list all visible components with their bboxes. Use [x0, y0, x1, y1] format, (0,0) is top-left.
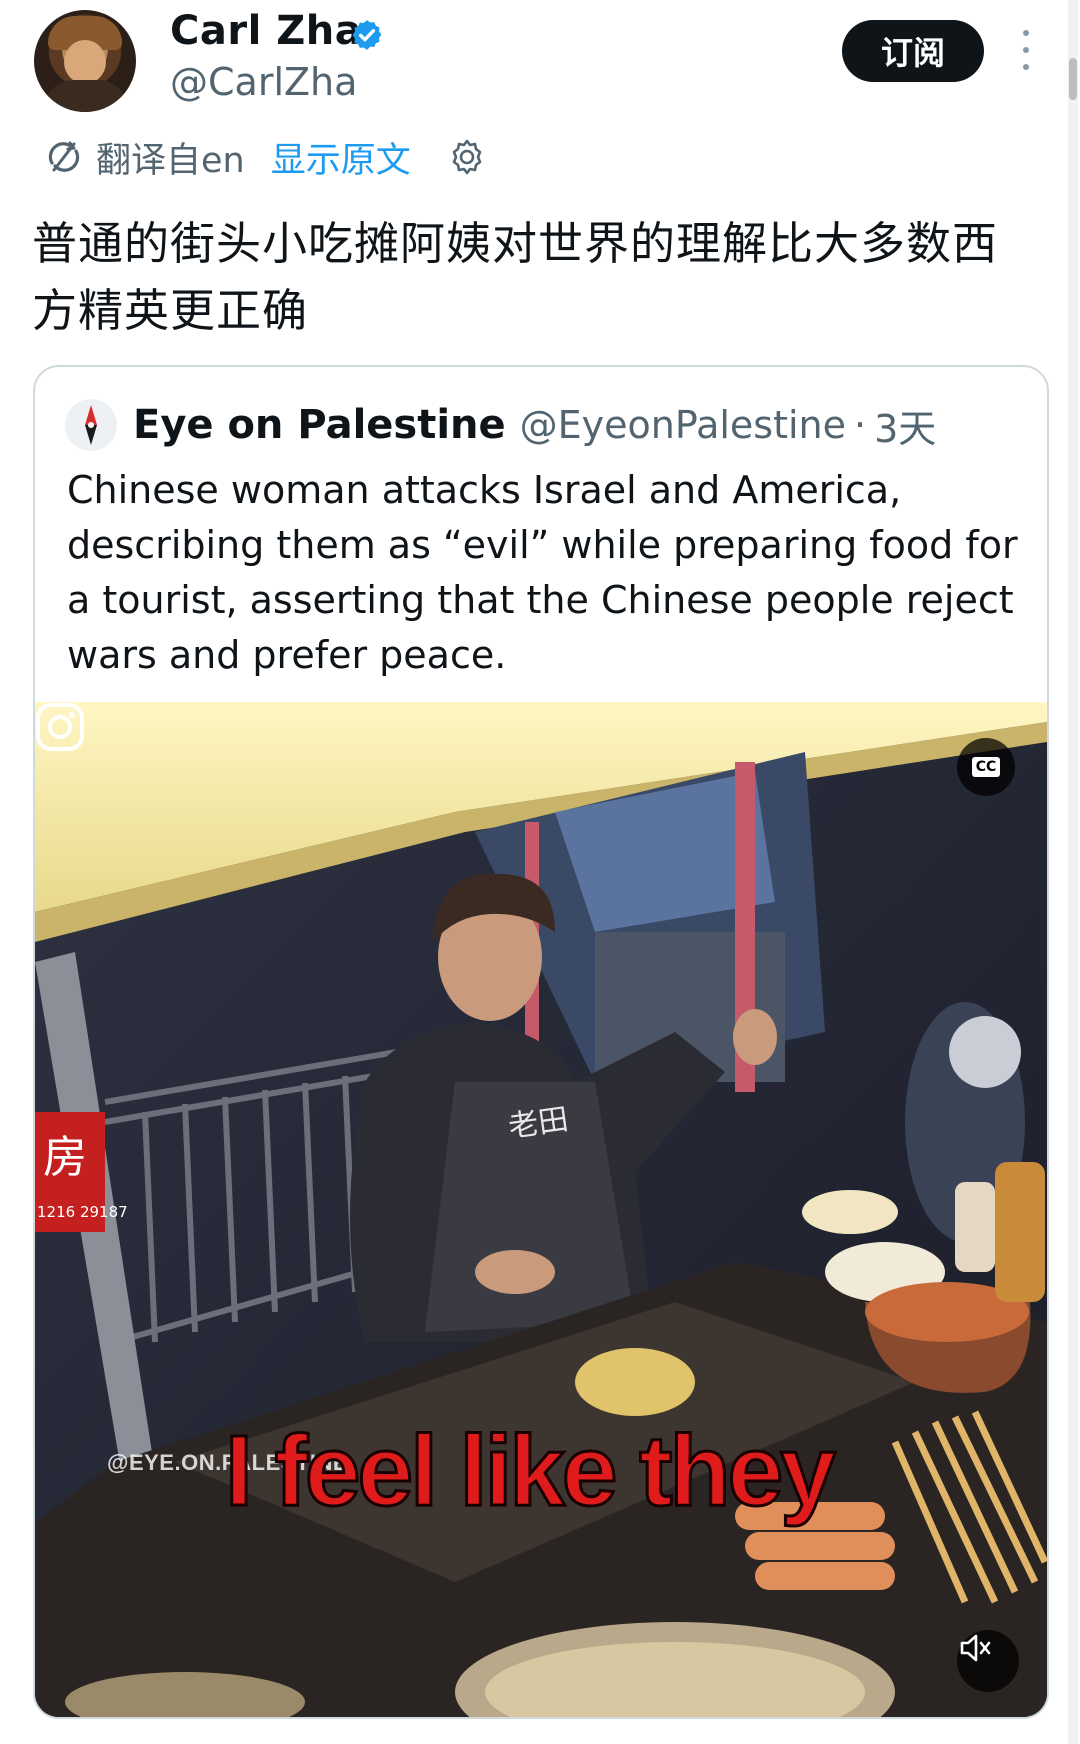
quote-author-name[interactable]: Eye on Palestine — [133, 402, 506, 448]
tweet-text: 普通的街头小吃摊阿姨对世界的理解比大多数西方精英更正确 — [32, 217, 999, 337]
page-scrollbar[interactable] — [1068, 0, 1078, 1744]
sign-glyph: 房 — [43, 1132, 87, 1183]
avatar-face — [64, 40, 106, 84]
video-frame: 房 1216 29187 老田 — [35, 702, 1047, 1717]
gear-icon[interactable] — [447, 137, 487, 177]
quoted-tweet-card[interactable]: Eye on Palestine @EyeonPalestine · 3天 Ch… — [33, 365, 1049, 1719]
subscribe-button[interactable]: 订阅 — [842, 20, 984, 82]
scrollbar-thumb[interactable] — [1069, 58, 1077, 100]
cc-label: CC — [971, 757, 1001, 777]
more-vertical-icon[interactable] — [1018, 30, 1034, 70]
closed-captions-button[interactable]: CC — [957, 738, 1015, 796]
author-display-name[interactable]: Carl Zha — [170, 8, 362, 54]
sign-number: 1216 29187 — [37, 1203, 128, 1221]
author-avatar[interactable] — [34, 10, 136, 112]
avatar-robe — [44, 80, 128, 112]
quote-separator: · — [854, 403, 867, 447]
compass-logo-icon — [66, 400, 116, 450]
video-caption: I feel like they — [224, 1414, 838, 1529]
quote-text: Chinese woman attacks Israel and America… — [67, 468, 1018, 677]
quote-timestamp[interactable]: 3天 — [874, 398, 936, 453]
mute-glyph — [960, 1634, 991, 1662]
quote-author-handle[interactable]: @EyeonPalestine — [520, 403, 846, 447]
translation-bar: 翻译自en 显示原文 — [44, 132, 487, 182]
instagram-icon — [36, 703, 84, 751]
translated-from-label: 翻译自en — [96, 140, 245, 181]
show-original-link[interactable]: 显示原文 — [271, 132, 411, 183]
quote-header: Eye on Palestine @EyeonPalestine · 3天 — [65, 397, 936, 453]
translate-icon — [48, 141, 80, 172]
author-handle[interactable]: @CarlZha — [170, 60, 357, 104]
verified-badge-icon — [352, 20, 382, 50]
quote-author-avatar[interactable] — [65, 399, 117, 451]
speaker-muted-icon[interactable] — [957, 1630, 1019, 1692]
video-player[interactable]: 房 1216 29187 老田 CC @EYE.ON.PALESTINE I f… — [35, 702, 1047, 1717]
